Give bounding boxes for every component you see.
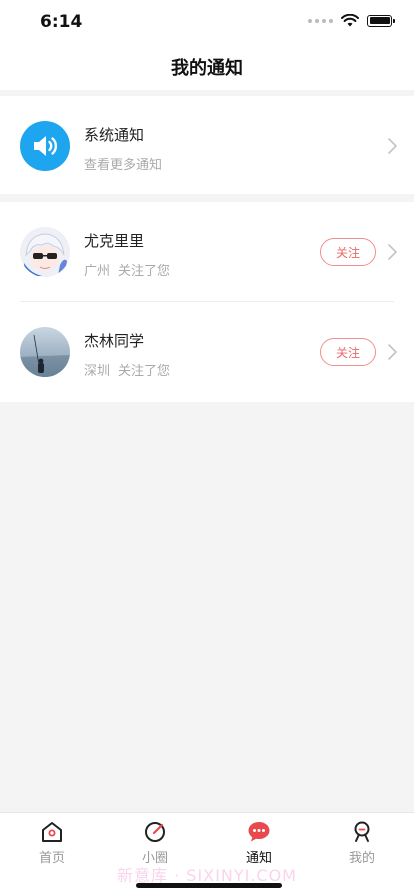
- navigation-bar: 我的通知: [0, 44, 414, 90]
- status-bar: 6:14: [0, 0, 414, 44]
- system-notice-card: 系统通知 查看更多通知: [0, 96, 414, 194]
- cellular-signal-icon: [308, 18, 333, 23]
- follower-list: 尤克里里 广州 关注了您 关注 杰林同学 深圳 关注了您 关注: [0, 202, 414, 402]
- wifi-icon: [341, 14, 359, 27]
- follow-button[interactable]: 关注: [320, 238, 376, 266]
- follower-city: 广州: [84, 264, 111, 279]
- home-icon: [42, 822, 62, 842]
- chevron-right-icon: [388, 138, 397, 154]
- follower-action: 关注了您: [118, 364, 171, 379]
- page-title: 我的通知: [171, 58, 243, 79]
- follower-info: 深圳 关注了您: [84, 360, 170, 379]
- follower-row[interactable]: 杰林同学 深圳 关注了您 关注: [0, 302, 414, 402]
- chevron-right-icon: [388, 244, 397, 260]
- system-notice-row[interactable]: 系统通知 查看更多通知: [0, 96, 414, 196]
- tab-home[interactable]: 首页: [12, 819, 92, 866]
- system-notice-subtitle: 查看更多通知: [84, 154, 162, 173]
- follower-name: 杰林同学: [84, 332, 145, 350]
- chevron-right-icon: [388, 344, 397, 360]
- follower-city: 深圳: [84, 364, 111, 379]
- avatar: [20, 327, 70, 377]
- status-indicators: [308, 14, 395, 27]
- tab-profile[interactable]: 我的: [322, 819, 402, 866]
- message-icon: [248, 822, 270, 842]
- follow-button[interactable]: 关注: [320, 338, 376, 366]
- circle-icon: [145, 822, 165, 842]
- follower-info: 广州 关注了您: [84, 260, 170, 279]
- follower-name: 尤克里里: [84, 232, 145, 250]
- system-notice-subtitle-text: 查看更多通知: [84, 158, 163, 173]
- home-indicator[interactable]: [136, 883, 282, 888]
- tab-circle[interactable]: 小圈: [115, 819, 195, 866]
- battery-icon: [367, 14, 395, 27]
- status-time: 6:14: [40, 12, 83, 32]
- follower-action: 关注了您: [118, 264, 171, 279]
- profile-icon: [354, 821, 370, 842]
- follower-row[interactable]: 尤克里里 广州 关注了您 关注: [0, 202, 414, 302]
- speaker-icon: [20, 121, 70, 171]
- tab-notifications[interactable]: 通知: [219, 819, 299, 866]
- system-notice-title: 系统通知: [84, 126, 145, 144]
- avatar: [20, 227, 70, 277]
